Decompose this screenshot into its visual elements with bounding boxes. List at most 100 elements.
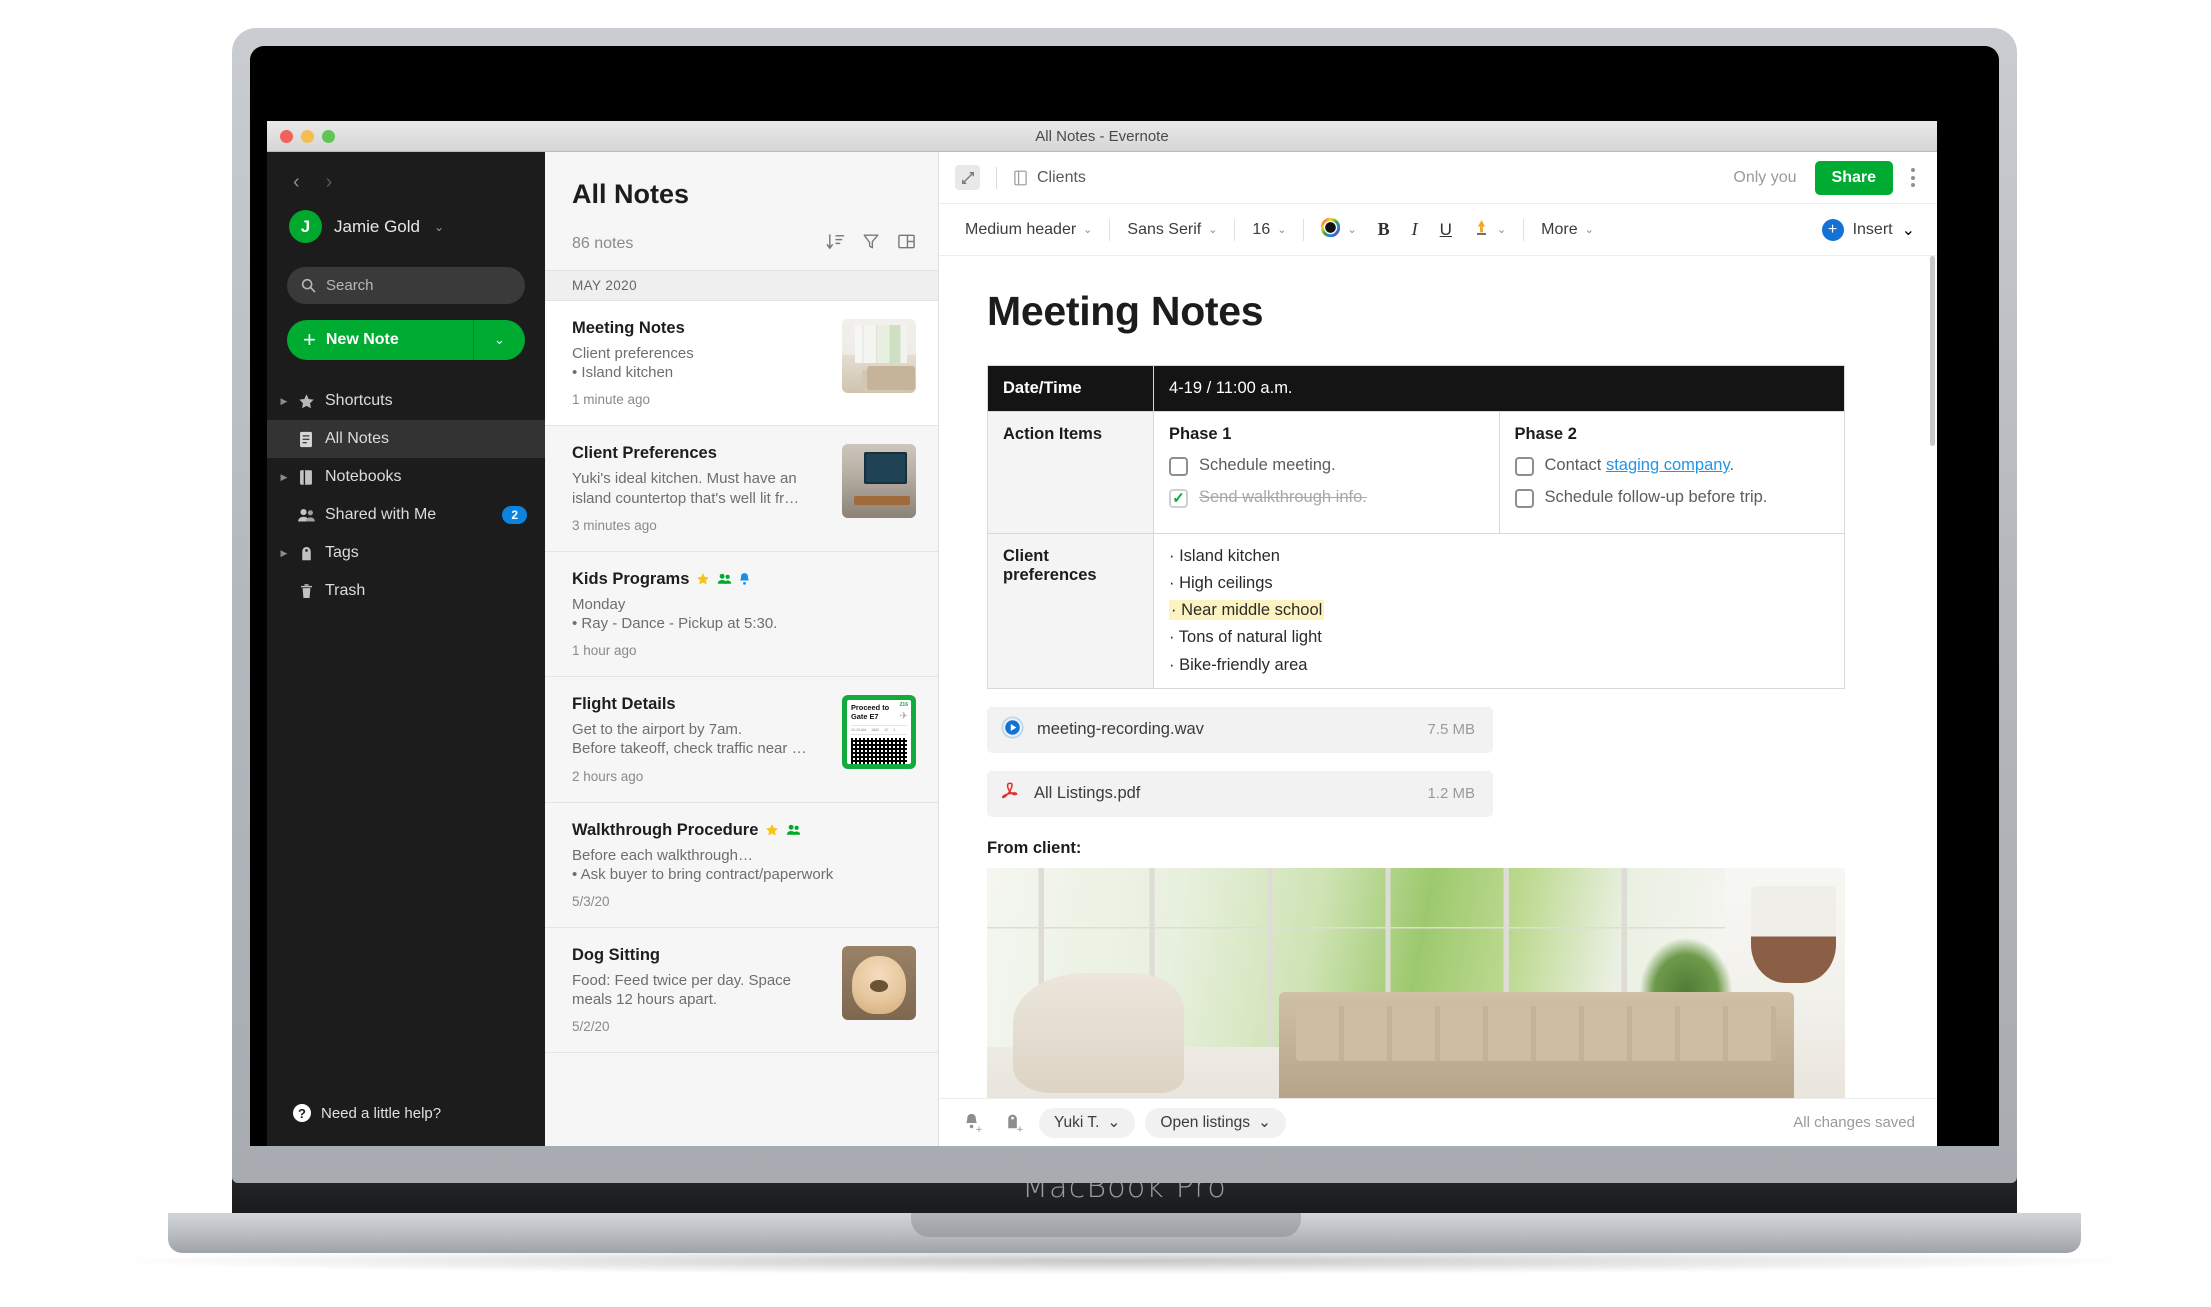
checklist-item[interactable]: Schedule meeting.: [1169, 456, 1484, 476]
note-snippet-line: • Ray - Dance - Pickup at 5:30.: [572, 614, 778, 632]
sidebar-item-shortcuts[interactable]: ▶ Shortcuts: [267, 382, 545, 420]
search-input[interactable]: Search: [287, 267, 525, 304]
laptop-lid: All Notes - Evernote ‹ › J Jamie Gold ⌄: [232, 28, 2017, 1183]
preference-item: · Island kitchen: [1169, 547, 1280, 565]
staging-company-link[interactable]: staging company: [1606, 456, 1730, 474]
underline-button[interactable]: U: [1429, 220, 1463, 240]
more-formatting-button[interactable]: More ⌄: [1531, 221, 1604, 239]
new-note-button[interactable]: + New Note ⌄: [287, 320, 525, 360]
new-note-dropdown[interactable]: ⌄: [473, 320, 525, 360]
note-canvas[interactable]: Meeting Notes Date/Time 4-19 / 11:00 a.m…: [939, 256, 1937, 1098]
back-icon[interactable]: ‹: [293, 172, 300, 192]
kebab-menu-icon[interactable]: [1911, 168, 1915, 187]
font-size-selector[interactable]: 16 ⌄: [1242, 221, 1296, 239]
sidebar-item-notebooks[interactable]: ▶ Notebooks: [267, 458, 545, 496]
note-snippet-line: Before takeoff, check traffic near …: [572, 740, 807, 758]
sort-icon[interactable]: [826, 232, 845, 256]
datetime-value: 4-19 / 11:00 a.m.: [1153, 365, 1845, 412]
bold-button[interactable]: B: [1367, 219, 1401, 240]
divider: [1234, 218, 1236, 241]
sidebar-item-label: All Notes: [325, 430, 390, 447]
size-label: 16: [1252, 220, 1271, 238]
sidebar-item-tags[interactable]: ▶ Tags: [267, 534, 545, 572]
list-item[interactable]: Kids Programs Monday • Ray - Dance - Pic…: [545, 552, 938, 678]
audio-play-icon[interactable]: [1001, 716, 1024, 744]
chevron-down-icon: ⌄: [1496, 224, 1507, 236]
note-list-scroll[interactable]: Meeting Notes Client preferences • Islan…: [545, 301, 938, 1146]
author-chip[interactable]: Yuki T. ⌄: [1039, 1107, 1136, 1138]
checklist-item[interactable]: Contact staging company.: [1514, 456, 1830, 476]
list-item[interactable]: Client Preferences Yuki's ideal kitchen.…: [545, 426, 938, 552]
forward-icon[interactable]: ›: [326, 172, 333, 192]
list-item[interactable]: Meeting Notes Client preferences • Islan…: [545, 301, 938, 427]
tag-icon: [293, 545, 319, 562]
note-snippet-line: Food: Feed twice per day. Space: [572, 971, 792, 989]
table-row: Client preferences · Island kitchen · Hi…: [987, 533, 1845, 689]
divider: [1109, 218, 1111, 241]
author-name: Yuki T.: [1054, 1113, 1100, 1131]
disclosure-triangle-icon[interactable]: ▶: [275, 472, 293, 483]
checkbox[interactable]: [1169, 489, 1188, 508]
list-item[interactable]: Flight Details Get to the airport by 7am…: [545, 677, 938, 803]
notebook-selector[interactable]: Clients: [1013, 169, 1086, 187]
note-date: 2 hours ago: [572, 768, 644, 784]
svg-text:+: +: [1016, 1125, 1023, 1133]
notebook-chip[interactable]: Open listings ⌄: [1145, 1107, 1286, 1138]
checkbox[interactable]: [1169, 457, 1188, 476]
format-toolbar: Medium header ⌄ Sans Serif ⌄ 16 ⌄ ⌄ B I …: [939, 204, 1937, 256]
disclosure-triangle-icon[interactable]: ▶: [275, 396, 293, 407]
note-hero-image: [987, 867, 1845, 1098]
list-item[interactable]: Walkthrough Procedure Before each walkth…: [545, 803, 938, 928]
note-title: Dog Sitting: [572, 945, 660, 964]
share-button[interactable]: Share: [1814, 160, 1893, 195]
disclosure-triangle-icon[interactable]: ▶: [275, 548, 293, 559]
paragraph-style-selector[interactable]: Medium header ⌄: [955, 221, 1102, 239]
sidebar-item-all-notes[interactable]: All Notes: [267, 420, 545, 458]
window-titlebar: All Notes - Evernote: [267, 121, 1937, 152]
phase-title: Phase 2: [1514, 425, 1577, 443]
note-snippet-line: Get to the airport by 7am.: [572, 721, 743, 739]
help-button[interactable]: ? Need a little help?: [267, 1104, 545, 1146]
checklist-item[interactable]: Send walkthrough info.: [1169, 488, 1484, 508]
layout-icon[interactable]: [897, 232, 916, 256]
note-list-section-header: MAY 2020: [545, 270, 938, 301]
boarding-pass-line2: Gate E7: [851, 711, 879, 721]
attachment-pdf[interactable]: All Listings.pdf 1.2 MB: [987, 770, 1493, 817]
account-switcher[interactable]: J Jamie Gold ⌄: [267, 196, 545, 257]
insert-button[interactable]: + Insert ⌄: [1821, 218, 1915, 241]
checkbox[interactable]: [1514, 489, 1534, 508]
note-date: 5/3/20: [572, 893, 610, 909]
sidebar-item-trash[interactable]: Trash: [267, 572, 545, 610]
preference-text: High ceilings: [1179, 574, 1273, 593]
list-item[interactable]: Dog Sitting Food: Feed twice per day. Sp…: [545, 928, 938, 1054]
chevron-down-icon: ⌄: [433, 219, 445, 234]
client-preferences-label: Client preferences: [987, 533, 1154, 689]
add-tag-icon[interactable]: +: [998, 1112, 1029, 1133]
checklist-item[interactable]: Schedule follow-up before trip.: [1514, 488, 1830, 508]
note-date: 5/2/20: [572, 1019, 610, 1035]
sidebar-nav: ▶ Shortcuts All Notes ▶ Notebooks Shared…: [267, 382, 545, 610]
font-family-selector[interactable]: Sans Serif ⌄: [1117, 221, 1227, 239]
search-icon: [301, 278, 316, 293]
note-title: Meeting Notes: [572, 319, 685, 337]
add-reminder-icon[interactable]: +: [957, 1112, 988, 1133]
table-row: Action Items Phase 1 Schedule meeting. ✓…: [987, 411, 1845, 534]
attachment-audio[interactable]: meeting-recording.wav 7.5 MB: [987, 706, 1493, 753]
italic-button[interactable]: I: [1401, 219, 1429, 240]
editor-topbar: Clients Only you Share: [939, 152, 1937, 204]
sidebar-item-label: Shared with Me: [325, 506, 437, 523]
sidebar-item-shared-with-me[interactable]: Shared with Me 2: [267, 496, 545, 534]
note-thumbnail: 216 ✈ Proceed to Gate E7 10:15 AM 1882 1…: [842, 695, 916, 770]
note-date: 1 minute ago: [572, 392, 651, 408]
boarding-pass-flight: 1882: [871, 727, 880, 732]
checkbox[interactable]: [1514, 457, 1534, 476]
plus-icon: +: [1821, 218, 1844, 241]
highlight-button[interactable]: ⌄: [1463, 218, 1516, 241]
preference-item: · High ceilings: [1169, 574, 1273, 593]
note-title: Kids Programs: [572, 569, 690, 588]
text-color-picker[interactable]: ⌄: [1311, 217, 1366, 242]
filter-icon[interactable]: [862, 232, 880, 256]
editor-scrollbar[interactable]: [1930, 256, 1935, 446]
expand-collapse-icon[interactable]: [955, 165, 980, 190]
divider: [996, 166, 997, 189]
